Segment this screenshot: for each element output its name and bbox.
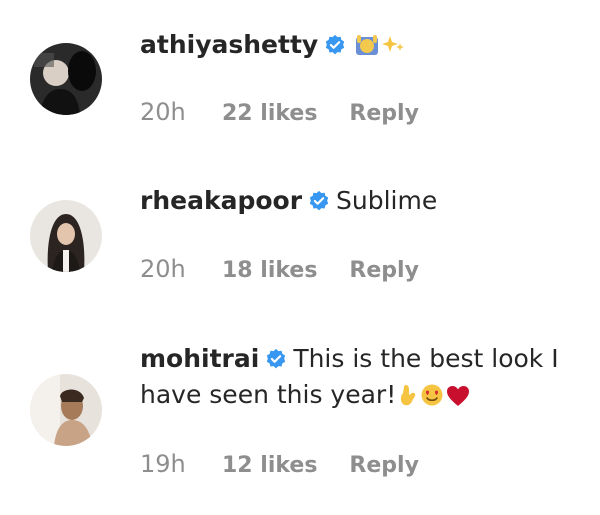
likes-count[interactable]: 22 likes [222,101,317,126]
avatar[interactable] [30,200,102,272]
sparkle-emoji [382,33,406,57]
timestamp[interactable]: 19h [140,450,198,478]
comment-meta: 19h 12 likes Reply [140,450,419,478]
heart-eyes-emoji [420,383,444,407]
username[interactable]: mohitrai [140,344,259,373]
reply-button[interactable]: Reply [349,258,419,283]
username[interactable]: rheakapoor [140,186,302,215]
raised-hands-emoji [354,33,380,57]
red-heart-emoji [446,385,470,407]
verified-badge-icon [265,348,287,370]
comment-text: rheakapoor Sublime [140,183,580,219]
comment-meta: 20h 18 likes Reply [140,255,419,283]
verified-badge-icon [308,190,330,212]
likes-count[interactable]: 18 likes [222,258,317,283]
avatar[interactable] [30,43,102,115]
reply-button[interactable]: Reply [349,453,419,478]
comment-text: mohitrai This is the best look I have see… [140,341,580,413]
ok-hand-emoji [398,383,418,407]
comment-body: Sublime [336,186,438,215]
comment-meta: 20h 22 likes Reply [140,98,419,126]
timestamp[interactable]: 20h [140,98,198,126]
comment-text: athiyashetty [140,27,580,63]
avatar[interactable] [30,374,102,446]
username[interactable]: athiyashetty [140,30,318,59]
verified-badge-icon [324,34,346,56]
likes-count[interactable]: 12 likes [222,453,317,478]
reply-button[interactable]: Reply [349,101,419,126]
timestamp[interactable]: 20h [140,255,198,283]
